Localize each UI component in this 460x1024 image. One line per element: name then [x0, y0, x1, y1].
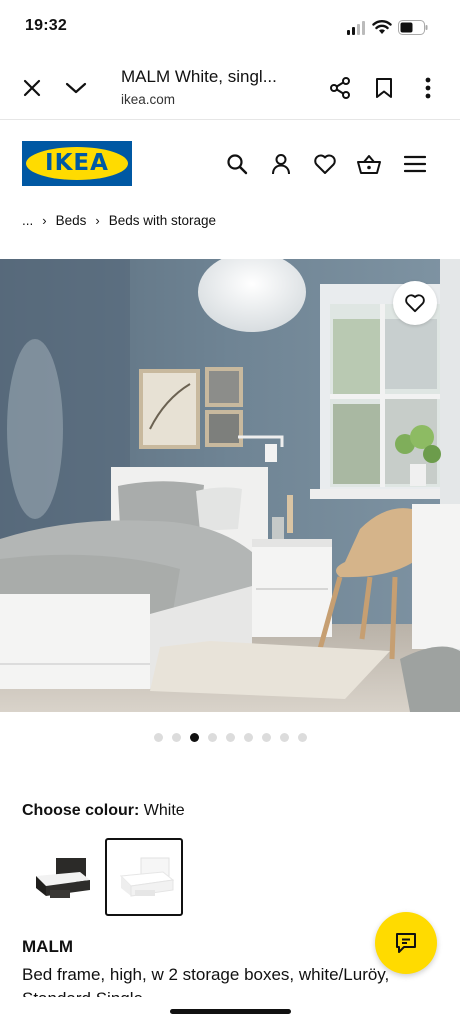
browser-toolbar: MALM White, singl... ikea.com: [0, 56, 460, 120]
ikea-logo[interactable]: IKEA: [22, 141, 132, 186]
colour-label-title: Choose colour:: [22, 802, 140, 819]
chevron-down-icon[interactable]: [62, 74, 90, 102]
chat-button[interactable]: [375, 912, 437, 974]
user-icon[interactable]: [268, 151, 294, 177]
page-url[interactable]: ikea.com: [121, 92, 175, 107]
wifi-icon: [372, 20, 392, 34]
chevron-right-icon: ›: [95, 213, 100, 228]
status-time: 19:32: [25, 17, 67, 34]
product-description: Bed frame, high, w 2 storage boxes, whit…: [22, 965, 390, 997]
bookmark-icon[interactable]: [370, 74, 398, 102]
logo-text: IKEA: [45, 150, 109, 176]
colour-swatch-black-brown[interactable]: [22, 838, 100, 916]
product-name: MALM: [22, 937, 73, 956]
home-indicator[interactable]: [170, 1009, 291, 1014]
carousel-dot[interactable]: [189, 733, 199, 742]
battery-icon: [398, 20, 428, 35]
carousel-dot[interactable]: [207, 733, 217, 742]
menu-icon[interactable]: [402, 151, 428, 177]
product-image[interactable]: [0, 259, 460, 712]
breadcrumb-item-beds-with-storage[interactable]: Beds with storage: [109, 213, 216, 228]
carousel-dot[interactable]: [261, 733, 271, 742]
carousel-dot[interactable]: [279, 733, 289, 742]
more-vertical-icon[interactable]: [414, 74, 442, 102]
breadcrumb: ... › Beds › Beds with storage: [22, 213, 216, 228]
status-bar: 19:32: [0, 0, 460, 56]
heart-icon[interactable]: [312, 151, 338, 177]
colour-label: Choose colour: White: [22, 802, 185, 820]
chat-icon: [396, 933, 416, 953]
colour-swatch-white[interactable]: [105, 838, 183, 916]
image-carousel-indicator: [0, 733, 460, 742]
cellular-signal-icon: [347, 21, 367, 35]
carousel-dot[interactable]: [297, 733, 307, 742]
carousel-dot[interactable]: [225, 733, 235, 742]
breadcrumb-ellipsis[interactable]: ...: [22, 213, 33, 228]
colour-selected-value: White: [143, 802, 185, 819]
carousel-dot[interactable]: [243, 733, 253, 742]
carousel-dot[interactable]: [153, 733, 163, 742]
close-icon[interactable]: [18, 74, 46, 102]
basket-icon[interactable]: [356, 151, 382, 177]
heart-icon: [405, 294, 425, 313]
chevron-right-icon: ›: [42, 213, 47, 228]
page-title[interactable]: MALM White, singl...: [121, 67, 277, 87]
carousel-dot[interactable]: [171, 733, 181, 742]
breadcrumb-item-beds[interactable]: Beds: [56, 213, 87, 228]
share-icon[interactable]: [326, 74, 354, 102]
search-icon[interactable]: [224, 151, 250, 177]
add-to-favourites-button[interactable]: [393, 281, 437, 325]
